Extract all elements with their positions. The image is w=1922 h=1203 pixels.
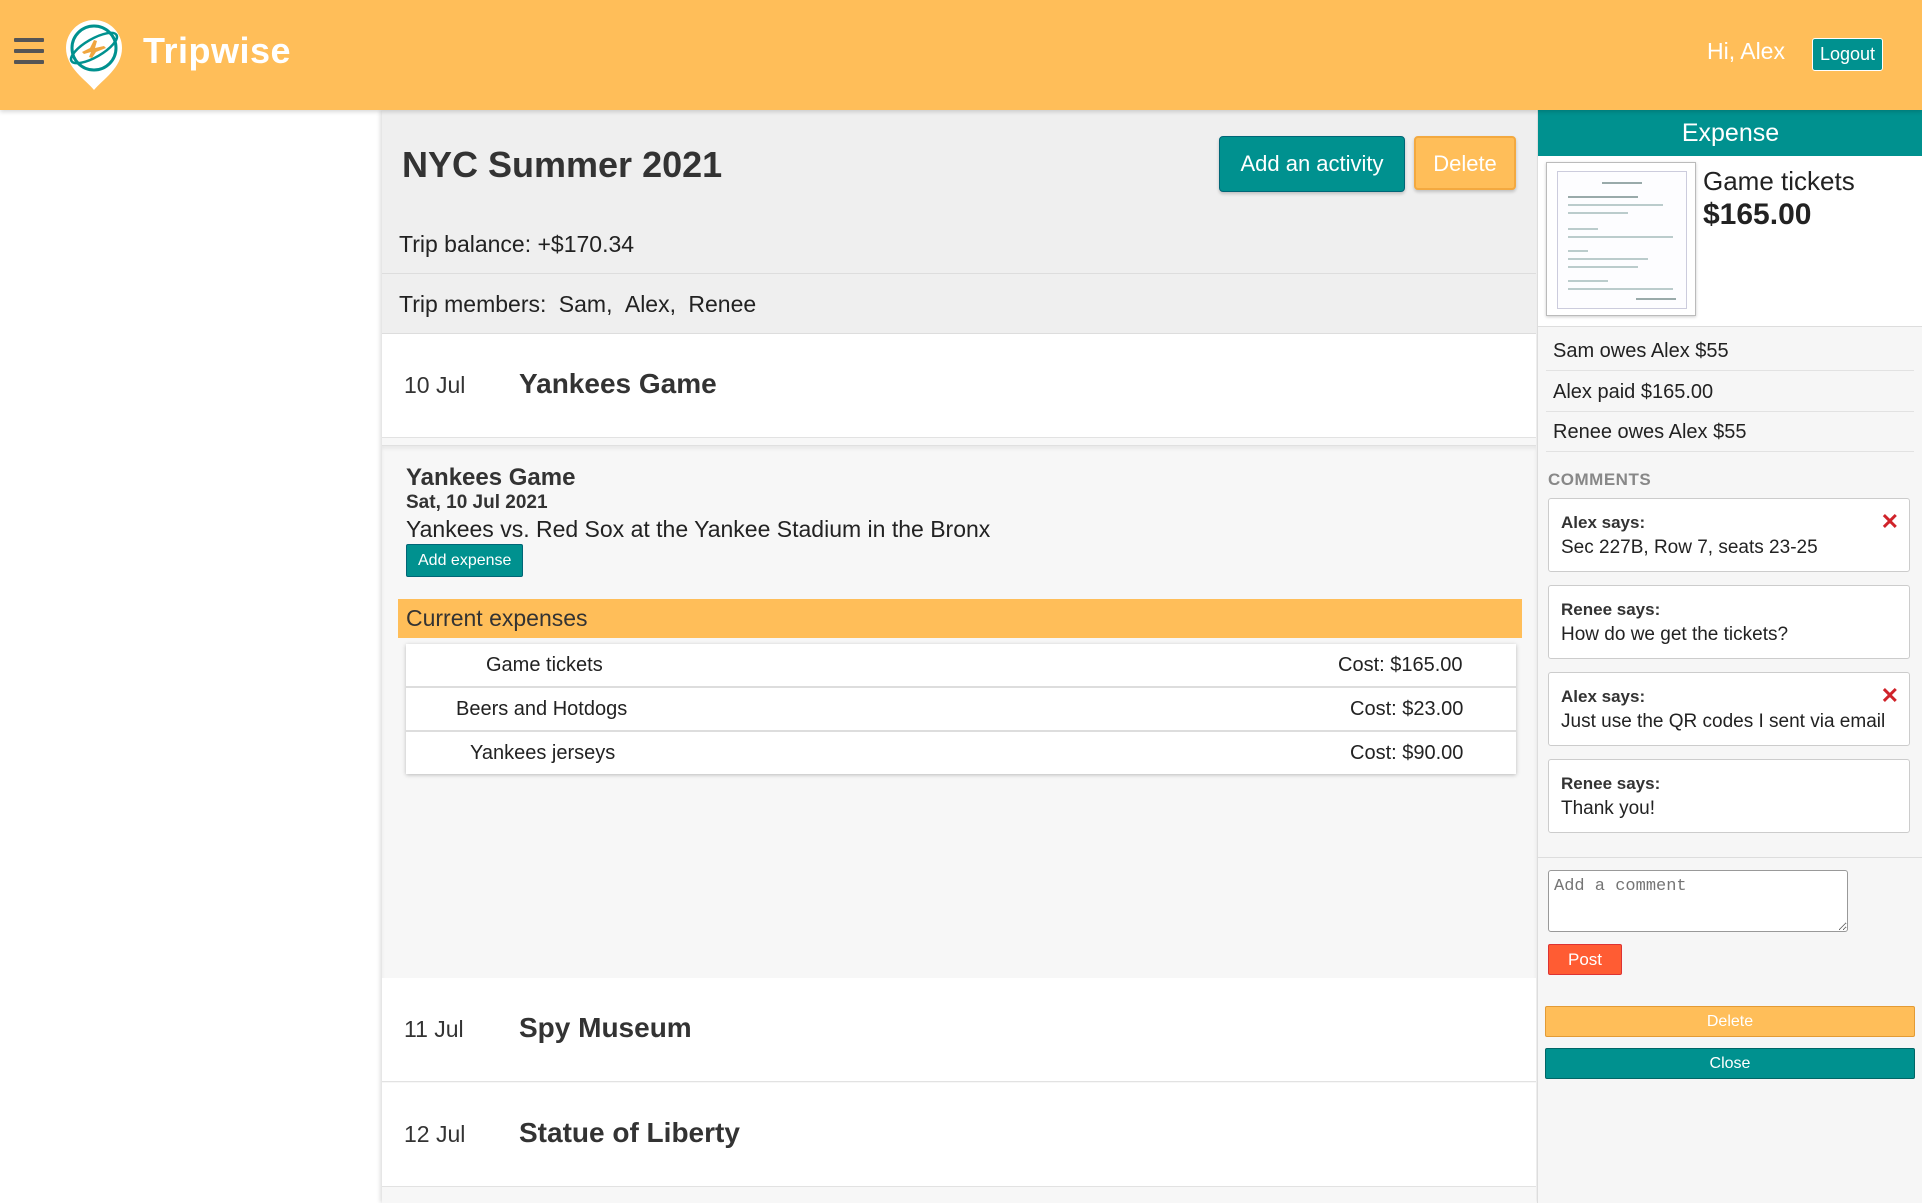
comment: Alex says: Just use the QR codes I sent … bbox=[1548, 672, 1910, 746]
comment-text: Sec 227B, Row 7, seats 23-25 bbox=[1561, 537, 1818, 558]
comment: Renee says: Thank you! bbox=[1548, 759, 1910, 833]
activity-row[interactable]: 11 Jul Spy Museum bbox=[382, 978, 1536, 1082]
comment-text: Thank you! bbox=[1561, 798, 1655, 819]
receipt-thumbnail[interactable] bbox=[1546, 162, 1696, 316]
expense-item[interactable]: Game tickets Cost: $165.00 bbox=[406, 644, 1516, 688]
delete-comment-icon[interactable]: ✕ bbox=[1881, 683, 1899, 709]
brand-name: Tripwise bbox=[143, 30, 292, 71]
member-name: Sam, bbox=[558, 291, 613, 317]
activity-detail-date: Sat, 10 Jul 2021 bbox=[406, 492, 548, 513]
trip-members-row: Trip members: Sam, Alex, Renee bbox=[382, 274, 1536, 334]
app-header: Tripwise Hi, Alex Logout bbox=[0, 0, 1922, 110]
expense-cost: Cost: $23.00 bbox=[1350, 698, 1464, 720]
add-expense-button[interactable]: Add expense bbox=[406, 544, 524, 577]
tripwise-logo bbox=[66, 20, 122, 90]
expense-name: Beers and Hotdogs bbox=[456, 698, 628, 720]
expense-summary-card: Game tickets $165.00 bbox=[1538, 156, 1922, 327]
activity-date: 11 Jul bbox=[404, 1016, 464, 1042]
delete-comment-icon[interactable]: ✕ bbox=[1881, 509, 1899, 535]
post-comment-button[interactable]: Post bbox=[1548, 944, 1622, 975]
activity-date: 10 Jul bbox=[404, 372, 466, 398]
add-activity-button[interactable]: Add an activity bbox=[1219, 136, 1405, 192]
expense-amount: $165.00 bbox=[1703, 198, 1812, 231]
hamburger-menu-icon[interactable] bbox=[14, 38, 44, 64]
logout-button[interactable]: Logout bbox=[1812, 38, 1884, 71]
members-label: Trip members: bbox=[399, 291, 547, 317]
comments-label: COMMENTS bbox=[1548, 470, 1652, 489]
activity-row[interactable]: 10 Jul Yankees Game bbox=[382, 334, 1536, 438]
expense-panel: Expense Game tickets $165.00 Sam owes Al… bbox=[1537, 110, 1922, 1203]
delete-trip-button[interactable]: Delete bbox=[1414, 136, 1516, 190]
trip-header: NYC Summer 2021 Add an activity Delete bbox=[382, 110, 1536, 215]
activity-row[interactable]: 12 Jul Statue of Liberty bbox=[382, 1083, 1536, 1187]
balance-line: Sam owes Alex $55 bbox=[1546, 331, 1914, 371]
member-name: Alex, bbox=[624, 291, 676, 317]
comment-input[interactable] bbox=[1548, 870, 1848, 932]
comment-text: How do we get the tickets? bbox=[1561, 624, 1789, 645]
expense-item[interactable]: Yankees jerseys Cost: $90.00 bbox=[406, 732, 1516, 774]
expense-cost: Cost: $165.00 bbox=[1338, 654, 1463, 676]
expenses-list: Game tickets Cost: $165.00 Beers and Hot… bbox=[406, 644, 1516, 774]
current-expenses-header: Current expenses bbox=[398, 599, 1522, 638]
balance-line: Alex paid $165.00 bbox=[1546, 372, 1914, 412]
expense-name: Game tickets bbox=[486, 654, 603, 676]
expense-title: Game tickets bbox=[1703, 166, 1855, 196]
comment: Renee says: How do we get the tickets? bbox=[1548, 585, 1910, 659]
expense-item[interactable]: Beers and Hotdogs Cost: $23.00 bbox=[406, 688, 1516, 732]
activity-detail-description: Yankees vs. Red Sox at the Yankee Stadiu… bbox=[406, 516, 991, 542]
comment: Alex says: Sec 227B, Row 7, seats 23-25 … bbox=[1548, 498, 1910, 572]
trip-balance-row: Trip balance: +$170.34 bbox=[382, 214, 1536, 274]
close-panel-button[interactable]: Close bbox=[1545, 1048, 1915, 1079]
trip-title: NYC Summer 2021 bbox=[402, 144, 723, 185]
activity-date: 12 Jul bbox=[404, 1121, 466, 1147]
balance-line: Renee owes Alex $55 bbox=[1546, 412, 1914, 452]
activity-name: Spy Museum bbox=[519, 1012, 692, 1043]
expense-cost: Cost: $90.00 bbox=[1350, 742, 1464, 764]
delete-expense-button[interactable]: Delete bbox=[1545, 1006, 1915, 1037]
trip-main-column: NYC Summer 2021 Add an activity Delete T… bbox=[382, 110, 1536, 1203]
activity-name: Statue of Liberty bbox=[519, 1117, 740, 1148]
activity-detail: Yankees Game Sat, 10 Jul 2021 Yankees vs… bbox=[382, 445, 1536, 988]
user-greeting: Hi, Alex bbox=[1707, 38, 1785, 64]
comment-author: Renee says: bbox=[1561, 600, 1661, 619]
trip-members: Trip members: Sam, Alex, Renee bbox=[399, 291, 756, 318]
expense-panel-heading: Expense bbox=[1538, 110, 1922, 156]
comment-author: Alex says: bbox=[1561, 687, 1646, 706]
receipt-image bbox=[1557, 171, 1687, 309]
activity-detail-title: Yankees Game bbox=[406, 464, 576, 491]
comment-author: Alex says: bbox=[1561, 513, 1646, 532]
divider bbox=[1538, 857, 1922, 858]
expense-name: Yankees jerseys bbox=[470, 742, 616, 764]
comment-text: Just use the QR codes I sent via email bbox=[1561, 711, 1886, 732]
activity-name: Yankees Game bbox=[519, 368, 717, 399]
member-name: Renee bbox=[688, 291, 757, 317]
trip-balance: Trip balance: +$170.34 bbox=[399, 231, 635, 257]
comment-author: Renee says: bbox=[1561, 774, 1661, 793]
